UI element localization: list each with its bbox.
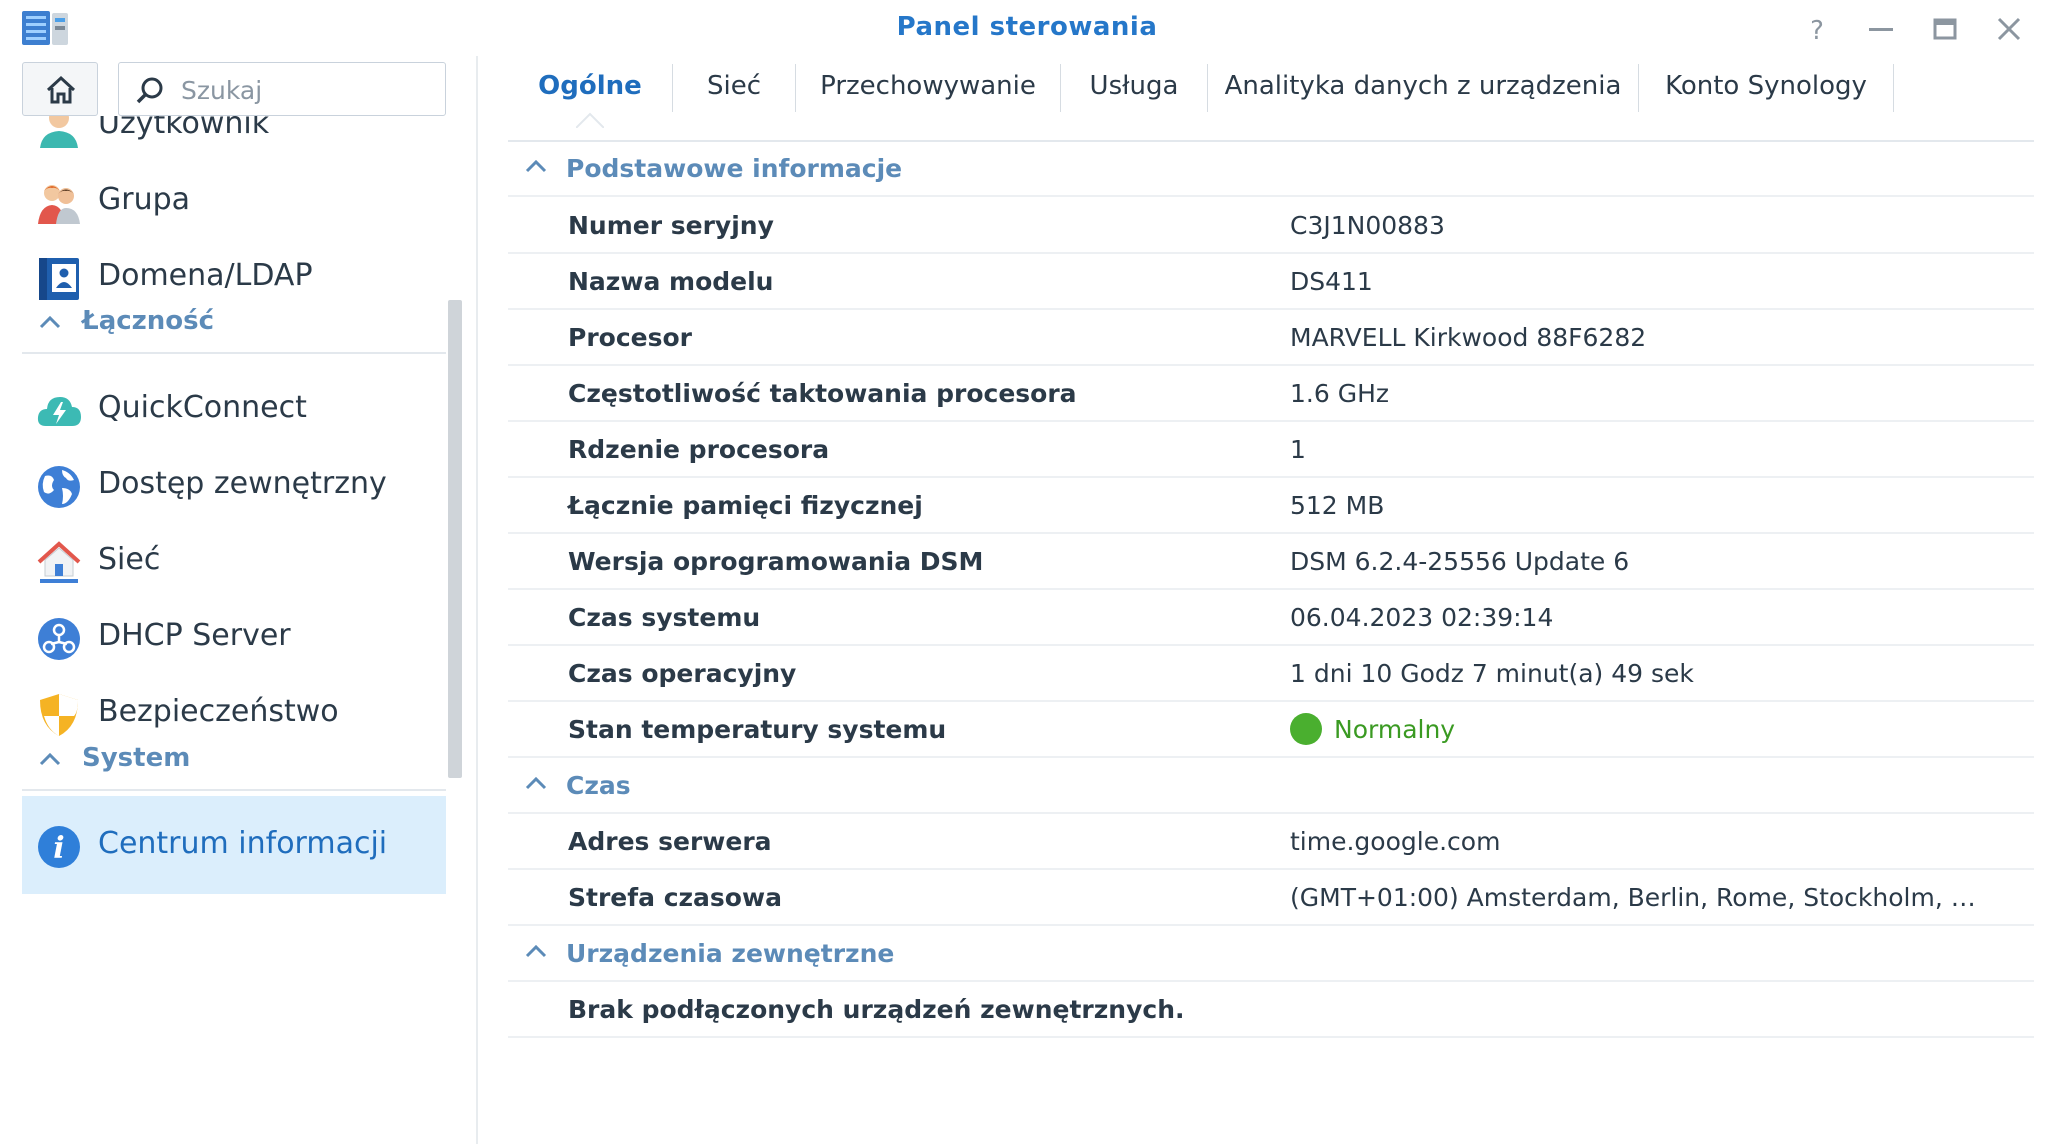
group-icon bbox=[36, 180, 82, 226]
info-value: 06.04.2023 02:39:14 bbox=[1290, 603, 1554, 632]
info-row-cpu-clock: Częstotliwość taktowania procesora 1.6 G… bbox=[508, 365, 2034, 422]
tab-service[interactable]: Usługa bbox=[1061, 56, 1207, 116]
home-icon bbox=[46, 75, 76, 104]
tab-network[interactable]: Sieć bbox=[673, 56, 795, 116]
sidebar-item-label: DHCP Server bbox=[98, 618, 291, 653]
network-house-icon bbox=[36, 540, 82, 586]
sidebar-item-label: Użytkownik bbox=[98, 116, 270, 141]
info-row-system-time: Czas systemu 06.04.2023 02:39:14 bbox=[508, 589, 2034, 646]
section-header-time[interactable]: Czas bbox=[508, 757, 2034, 814]
info-key: Stan temperatury systemu bbox=[568, 715, 947, 744]
info-row-thermal-status: Stan temperatury systemu Normalny bbox=[508, 701, 2034, 758]
chevron-up-icon bbox=[39, 315, 61, 329]
cloud-icon bbox=[36, 388, 82, 434]
section-header-external-devices[interactable]: Urządzenia zewnętrzne bbox=[508, 925, 2034, 982]
section-title: Czas bbox=[566, 771, 631, 800]
sidebar-divider bbox=[476, 56, 478, 1144]
section-title: Podstawowe informacje bbox=[566, 154, 903, 183]
info-key: Rdzenie procesora bbox=[568, 435, 830, 464]
info-key: Adres serwera bbox=[568, 827, 772, 856]
dhcp-icon bbox=[36, 616, 82, 662]
section-title: Urządzenia zewnętrzne bbox=[566, 939, 895, 968]
svg-text:?: ? bbox=[1810, 16, 1824, 46]
tab-synology-account[interactable]: Konto Synology bbox=[1639, 56, 1893, 116]
sidebar-item-label: Centrum informacji bbox=[98, 826, 388, 861]
info-value: MARVELL Kirkwood 88F6282 bbox=[1290, 323, 1647, 352]
section-header-system[interactable]: System bbox=[22, 733, 446, 791]
info-key: Nazwa modelu bbox=[568, 267, 774, 296]
empty-message: Brak podłączonych urządzeń zewnętrznych. bbox=[568, 995, 1185, 1024]
sidebar: Użytkownik Grupa bbox=[0, 56, 476, 1144]
tab-general[interactable]: Ogólne bbox=[508, 56, 672, 116]
shield-icon bbox=[36, 692, 82, 738]
info-value: DS411 bbox=[1290, 267, 1373, 296]
info-icon: i bbox=[36, 824, 82, 870]
sidebar-item-label: Domena/LDAP bbox=[98, 258, 313, 293]
info-value: DSM 6.2.4-25556 Update 6 bbox=[1290, 547, 1630, 576]
info-value: 512 MB bbox=[1290, 491, 1385, 520]
info-value: C3J1N00883 bbox=[1290, 211, 1445, 240]
sidebar-item-label: Sieć bbox=[98, 542, 161, 577]
info-key: Procesor bbox=[568, 323, 692, 352]
info-row-cpu-cores: Rdzenie procesora 1 bbox=[508, 421, 2034, 478]
info-key: Czas systemu bbox=[568, 603, 761, 632]
active-tab-caret bbox=[576, 112, 604, 128]
info-row-ntp-server: Adres serwera time.google.com bbox=[508, 813, 2034, 870]
info-row-dsm-version: Wersja oprogramowania DSM DSM 6.2.4-2555… bbox=[508, 533, 2034, 590]
tab-bar: Ogólne Sieć Przechowywanie Usługa Analit… bbox=[508, 56, 2034, 142]
info-value: 1 bbox=[1290, 435, 1306, 464]
info-key: Wersja oprogramowania DSM bbox=[568, 547, 984, 576]
tab-separator bbox=[1893, 64, 1894, 112]
sidebar-list: Użytkownik Grupa Domena/LDAP Łączność Qu… bbox=[22, 116, 446, 1144]
help-icon[interactable]: ? bbox=[1800, 12, 1834, 46]
search-box[interactable] bbox=[118, 62, 446, 116]
svg-text:i: i bbox=[53, 831, 64, 866]
info-value: time.google.com bbox=[1290, 827, 1501, 856]
section-label: Łączność bbox=[82, 306, 215, 336]
section-label: System bbox=[82, 743, 191, 773]
sidebar-item-info-center[interactable]: i Centrum informacji bbox=[22, 796, 446, 894]
close-icon[interactable] bbox=[1992, 12, 2026, 46]
info-row-serial: Numer seryjny C3J1N00883 bbox=[508, 197, 2034, 254]
info-value: 1 dni 10 Godz 7 minut(a) 49 sek bbox=[1290, 659, 1694, 688]
info-key: Częstotliwość taktowania procesora bbox=[568, 379, 1077, 408]
sidebar-scrollbar-thumb[interactable] bbox=[448, 300, 462, 778]
info-row-timezone: Strefa czasowa (GMT+01:00) Amsterdam, Be… bbox=[508, 869, 2034, 926]
home-button[interactable] bbox=[22, 62, 98, 116]
section-header-basic-info[interactable]: Podstawowe informacje bbox=[508, 140, 2034, 197]
sidebar-item-label: Bezpieczeństwo bbox=[98, 694, 339, 729]
info-value: 1.6 GHz bbox=[1290, 379, 1389, 408]
info-row-uptime: Czas operacyjny 1 dni 10 Godz 7 minut(a)… bbox=[508, 645, 2034, 702]
info-row-memory: Łącznie pamięci fizycznej 512 MB bbox=[508, 477, 2034, 534]
external-devices-empty-row: Brak podłączonych urządzeń zewnętrznych. bbox=[508, 981, 2034, 1038]
sidebar-item-label: Dostęp zewnętrzny bbox=[98, 466, 387, 501]
chevron-up-icon bbox=[525, 776, 547, 790]
maximize-icon[interactable] bbox=[1928, 12, 1962, 46]
window-title: Panel sterowania bbox=[896, 12, 1158, 42]
info-key: Strefa czasowa bbox=[568, 883, 782, 912]
title-bar: Panel sterowania ? bbox=[0, 0, 2054, 56]
section-header-connectivity[interactable]: Łączność bbox=[22, 296, 446, 354]
user-icon bbox=[36, 116, 82, 150]
status-value: Normalny bbox=[1334, 715, 1456, 744]
search-icon bbox=[136, 77, 163, 104]
chevron-up-icon bbox=[39, 752, 61, 766]
search-input[interactable] bbox=[179, 71, 433, 109]
info-key: Czas operacyjny bbox=[568, 659, 797, 688]
info-key: Łącznie pamięci fizycznej bbox=[568, 491, 923, 520]
sidebar-item-label: QuickConnect bbox=[98, 390, 307, 425]
minimize-icon[interactable] bbox=[1864, 12, 1898, 46]
info-row-model: Nazwa modelu DS411 bbox=[508, 253, 2034, 310]
status-ok-indicator bbox=[1290, 713, 1322, 745]
chevron-up-icon bbox=[525, 944, 547, 958]
tab-device-analytics[interactable]: Analityka danych z urządzenia bbox=[1208, 56, 1638, 116]
chevron-up-icon bbox=[525, 159, 547, 173]
info-key: Numer seryjny bbox=[568, 211, 774, 240]
tab-storage[interactable]: Przechowywanie bbox=[796, 56, 1060, 116]
sidebar-item-label: Grupa bbox=[98, 182, 191, 217]
globe-icon bbox=[36, 464, 82, 510]
info-row-cpu: Procesor MARVELL Kirkwood 88F6282 bbox=[508, 309, 2034, 366]
info-value: (GMT+01:00) Amsterdam, Berlin, Rome, Sto… bbox=[1290, 883, 1990, 912]
